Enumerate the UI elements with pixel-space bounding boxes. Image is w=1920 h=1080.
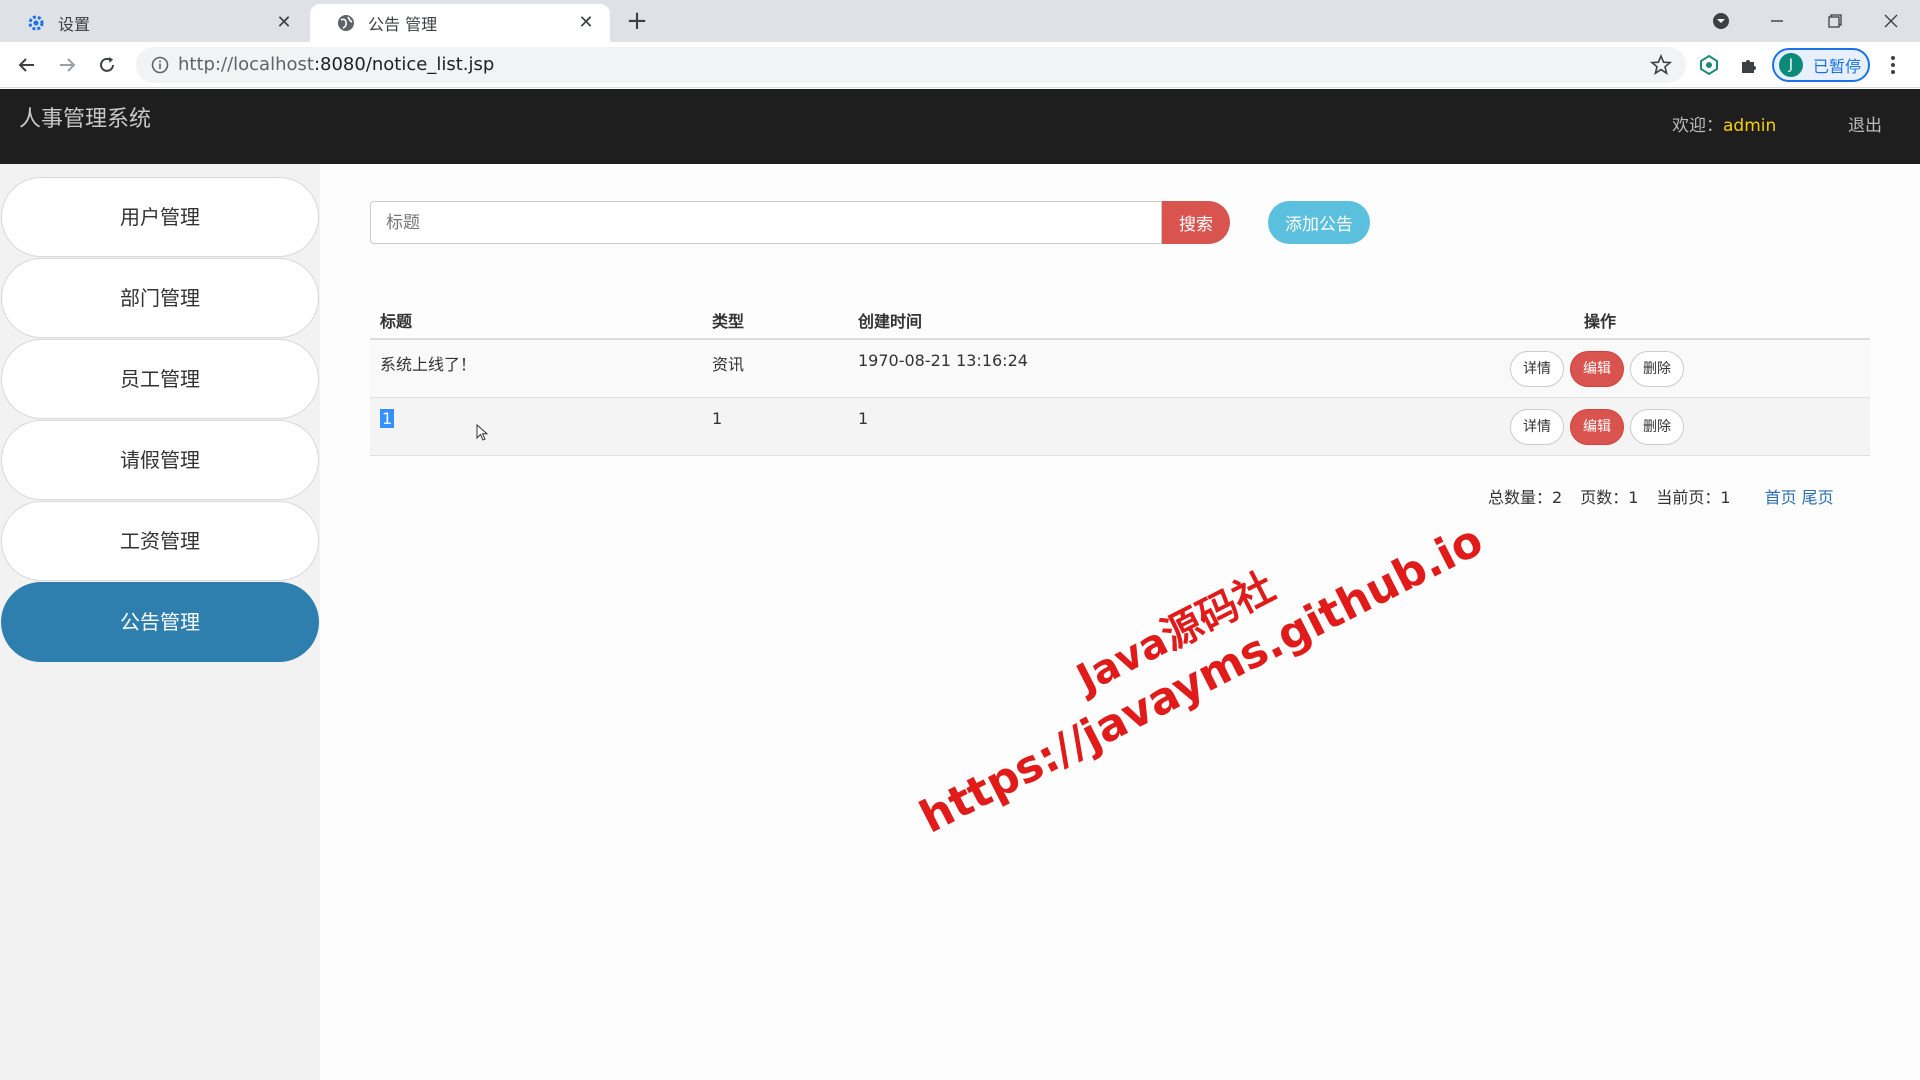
watermark-line2: https://javayms.github.io bbox=[911, 514, 1491, 844]
sidebar-item-salary[interactable]: 工资管理 bbox=[1, 501, 319, 581]
avatar: J bbox=[1779, 53, 1803, 77]
url-text: http://localhost:8080/notice_list.jsp bbox=[178, 47, 494, 83]
tab-title: 设置 bbox=[58, 15, 91, 34]
forward-icon[interactable] bbox=[52, 50, 82, 80]
bookmark-star-icon[interactable] bbox=[1649, 53, 1673, 76]
table-row: 系统上线了！ 资讯 1970-08-21 13:16:24 详情 编辑 删除 bbox=[370, 340, 1870, 398]
tab-search-icon[interactable] bbox=[1692, 0, 1750, 42]
brand-title[interactable]: 人事管理系统 bbox=[19, 89, 151, 151]
browser-tab-notice[interactable]: 公告 管理 ✕ bbox=[310, 4, 610, 42]
browser-tab-bar: 设置 ✕ 公告 管理 ✕ + bbox=[0, 0, 1920, 42]
sidebar-item-users[interactable]: 用户管理 bbox=[1, 177, 319, 257]
search-button[interactable]: 搜索 bbox=[1162, 201, 1230, 244]
cell-created: 1 bbox=[858, 409, 869, 428]
detail-button[interactable]: 详情 bbox=[1510, 351, 1564, 387]
gear-icon bbox=[26, 13, 46, 33]
delete-button[interactable]: 删除 bbox=[1630, 409, 1684, 445]
delete-button[interactable]: 删除 bbox=[1630, 351, 1684, 387]
add-notice-button[interactable]: 添加公告 bbox=[1268, 201, 1370, 244]
column-header-title: 标题 bbox=[380, 312, 413, 331]
globe-icon bbox=[336, 13, 356, 33]
welcome-prefix: 欢迎： bbox=[1672, 116, 1723, 136]
extension-icon[interactable] bbox=[1696, 52, 1722, 78]
selected-text: 1 bbox=[380, 409, 395, 428]
page-count: 页数：1 bbox=[1580, 488, 1639, 507]
column-header-created: 创建时间 bbox=[858, 312, 923, 331]
welcome-text: 欢迎：admin bbox=[1672, 89, 1776, 164]
cell-title: 系统上线了！ bbox=[380, 355, 477, 374]
browser-tab-settings[interactable]: 设置 ✕ bbox=[0, 4, 308, 42]
sidebar-item-departments[interactable]: 部门管理 bbox=[1, 258, 319, 338]
browser-toolbar: http://localhost:8080/notice_list.jsp J … bbox=[0, 42, 1920, 88]
logout-link[interactable]: 退出 bbox=[1848, 89, 1882, 164]
profile-status: 已暂停 bbox=[1813, 57, 1862, 76]
app-header: 人事管理系统 欢迎：admin 退出 bbox=[0, 89, 1920, 164]
mouse-cursor-icon bbox=[476, 423, 490, 442]
column-header-type: 类型 bbox=[712, 312, 745, 331]
detail-button[interactable]: 详情 bbox=[1510, 409, 1564, 445]
reload-icon[interactable] bbox=[92, 50, 122, 80]
back-icon[interactable] bbox=[12, 50, 42, 80]
username: admin bbox=[1723, 116, 1777, 136]
profile-button[interactable]: J 已暂停 bbox=[1772, 48, 1870, 82]
window-close-icon[interactable] bbox=[1862, 0, 1920, 42]
close-icon[interactable]: ✕ bbox=[274, 13, 294, 33]
more-menu-icon[interactable] bbox=[1880, 52, 1906, 78]
info-icon[interactable] bbox=[150, 55, 170, 75]
close-icon[interactable]: ✕ bbox=[576, 13, 596, 33]
sidebar-item-leave[interactable]: 请假管理 bbox=[1, 420, 319, 500]
sidebar-item-employees[interactable]: 员工管理 bbox=[1, 339, 319, 419]
row-actions: 详情 编辑 删除 bbox=[1510, 409, 1684, 445]
url-path: :8080/notice_list.jsp bbox=[313, 54, 495, 75]
cell-type: 1 bbox=[712, 409, 723, 428]
first-page-link[interactable]: 首页 bbox=[1765, 488, 1797, 507]
notice-table: 标题 类型 创建时间 操作 系统上线了！ 资讯 1970-08-21 13:16… bbox=[370, 300, 1870, 456]
column-header-actions: 操作 bbox=[1584, 312, 1617, 331]
current-page: 当前页：1 bbox=[1656, 488, 1731, 507]
restore-icon[interactable] bbox=[1806, 0, 1864, 42]
minimize-icon[interactable] bbox=[1748, 0, 1806, 42]
watermark-line1: Java源码社 bbox=[1069, 563, 1283, 703]
row-actions: 详情 编辑 删除 bbox=[1510, 351, 1684, 387]
edit-button[interactable]: 编辑 bbox=[1570, 409, 1624, 445]
puzzle-icon[interactable] bbox=[1736, 52, 1762, 78]
address-bar[interactable]: http://localhost:8080/notice_list.jsp bbox=[136, 47, 1686, 83]
sidebar: 用户管理 部门管理 员工管理 请假管理 工资管理 公告管理 bbox=[0, 164, 320, 1080]
cell-created: 1970-08-21 13:16:24 bbox=[858, 351, 1028, 370]
edit-button[interactable]: 编辑 bbox=[1570, 351, 1624, 387]
cell-type: 资讯 bbox=[712, 355, 745, 374]
last-page-link[interactable]: 尾页 bbox=[1802, 488, 1834, 507]
table-header: 标题 类型 创建时间 操作 bbox=[370, 300, 1870, 340]
url-host: http://localhost bbox=[178, 54, 314, 75]
new-tab-icon[interactable]: + bbox=[622, 6, 652, 36]
total-count: 总数量：2 bbox=[1488, 488, 1563, 507]
tab-title: 公告 管理 bbox=[368, 15, 438, 34]
search-input[interactable] bbox=[370, 201, 1162, 244]
pagination: 总数量：2 页数：1 当前页：1 首页 尾页 bbox=[1488, 484, 1834, 508]
watermark: Java源码社 https://javayms.github.io bbox=[888, 470, 1531, 930]
table-row: 1 1 1 详情 编辑 删除 bbox=[370, 398, 1870, 456]
sidebar-item-notices[interactable]: 公告管理 bbox=[1, 582, 319, 662]
